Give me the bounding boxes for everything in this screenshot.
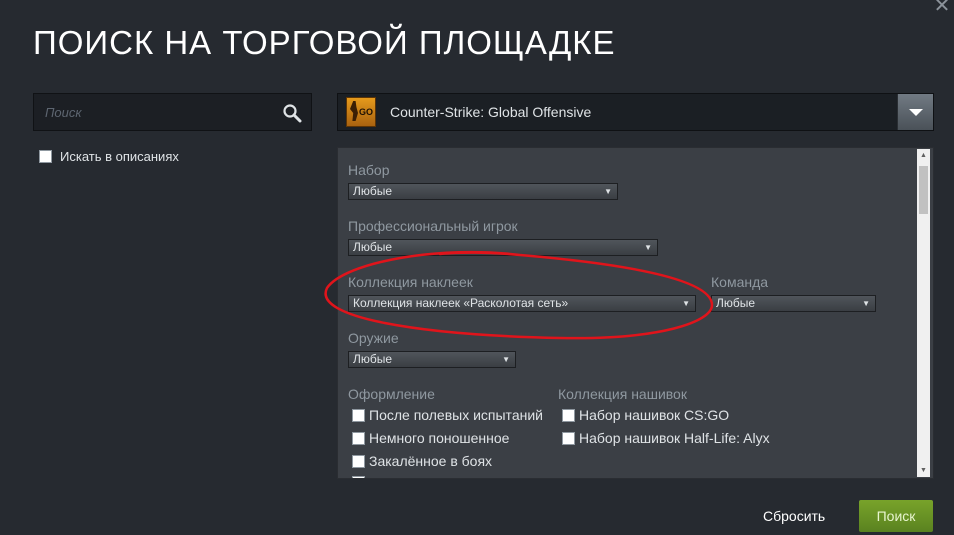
patch-collection-option[interactable]: Набор нашивок CS:GO (562, 407, 729, 423)
chevron-down-icon[interactable] (897, 94, 933, 130)
dropdown-arrow-icon: ▼ (682, 299, 690, 308)
dropdown-arrow-icon: ▼ (502, 355, 510, 364)
checkbox-box[interactable] (352, 431, 365, 445)
exterior-option[interactable]: Немного поношенное (352, 430, 509, 446)
scrollbar[interactable]: ▲ ▼ (917, 149, 930, 477)
search-icon[interactable] (282, 103, 302, 123)
dropdown-arrow-icon: ▼ (604, 187, 612, 196)
csgo-game-icon: GO (346, 97, 376, 127)
dialog-title: ПОИСК НА ТОРГОВОЙ ПЛОЩАДКЕ (33, 24, 616, 61)
sticker-collection-label: Коллекция наклеек (348, 274, 473, 290)
game-select[interactable]: GO Counter-Strike: Global Offensive (337, 93, 934, 131)
weapon-dropdown[interactable]: Любые ▼ (348, 351, 516, 368)
dropdown-arrow-icon: ▼ (644, 243, 652, 252)
set-label: Набор (348, 162, 390, 178)
reset-button[interactable]: Сбросить (751, 500, 837, 532)
scroll-down-icon[interactable]: ▼ (917, 464, 930, 477)
scroll-up-icon[interactable]: ▲ (917, 149, 930, 162)
checkbox-box[interactable] (562, 431, 575, 445)
patch-collection-option[interactable]: Набор нашивок Half-Life: Alyx (562, 430, 770, 446)
exterior-label: Оформление (348, 386, 435, 402)
dropdown-arrow-icon: ▼ (862, 299, 870, 308)
weapon-label: Оружие (348, 330, 399, 346)
team-dropdown[interactable]: Любые ▼ (711, 295, 876, 312)
set-dropdown[interactable]: Любые ▼ (348, 183, 618, 200)
checkbox-box[interactable] (352, 408, 365, 422)
sticker-collection-dropdown[interactable]: Коллекция наклеек «Расколотая сеть» ▼ (348, 295, 696, 312)
team-label: Команда (711, 274, 769, 290)
checkbox-box[interactable] (562, 408, 575, 422)
patch-collection-label: Коллекция нашивок (558, 386, 687, 402)
close-icon[interactable]: ✕ (930, 0, 954, 20)
checkbox-box[interactable] (39, 150, 52, 163)
checkbox-box[interactable] (352, 454, 365, 468)
pro-player-label: Профессиональный игрок (348, 218, 518, 234)
search-box[interactable] (33, 93, 312, 131)
pro-player-dropdown[interactable]: Любые ▼ (348, 239, 658, 256)
search-button[interactable]: Поиск (859, 500, 933, 532)
search-input[interactable] (34, 94, 274, 130)
exterior-option[interactable]: Закалённое в боях (352, 453, 492, 469)
checkbox-box[interactable] (352, 476, 365, 478)
filters-panel: Набор Любые ▼ Профессиональный игрок Любы… (337, 147, 934, 479)
search-descriptions-label: Искать в описаниях (60, 149, 179, 164)
exterior-option[interactable]: После полевых испытаний (352, 407, 543, 423)
scrollbar-thumb[interactable] (919, 166, 928, 214)
search-descriptions-checkbox[interactable]: Искать в описаниях (39, 149, 179, 164)
game-name: Counter-Strike: Global Offensive (390, 104, 592, 120)
